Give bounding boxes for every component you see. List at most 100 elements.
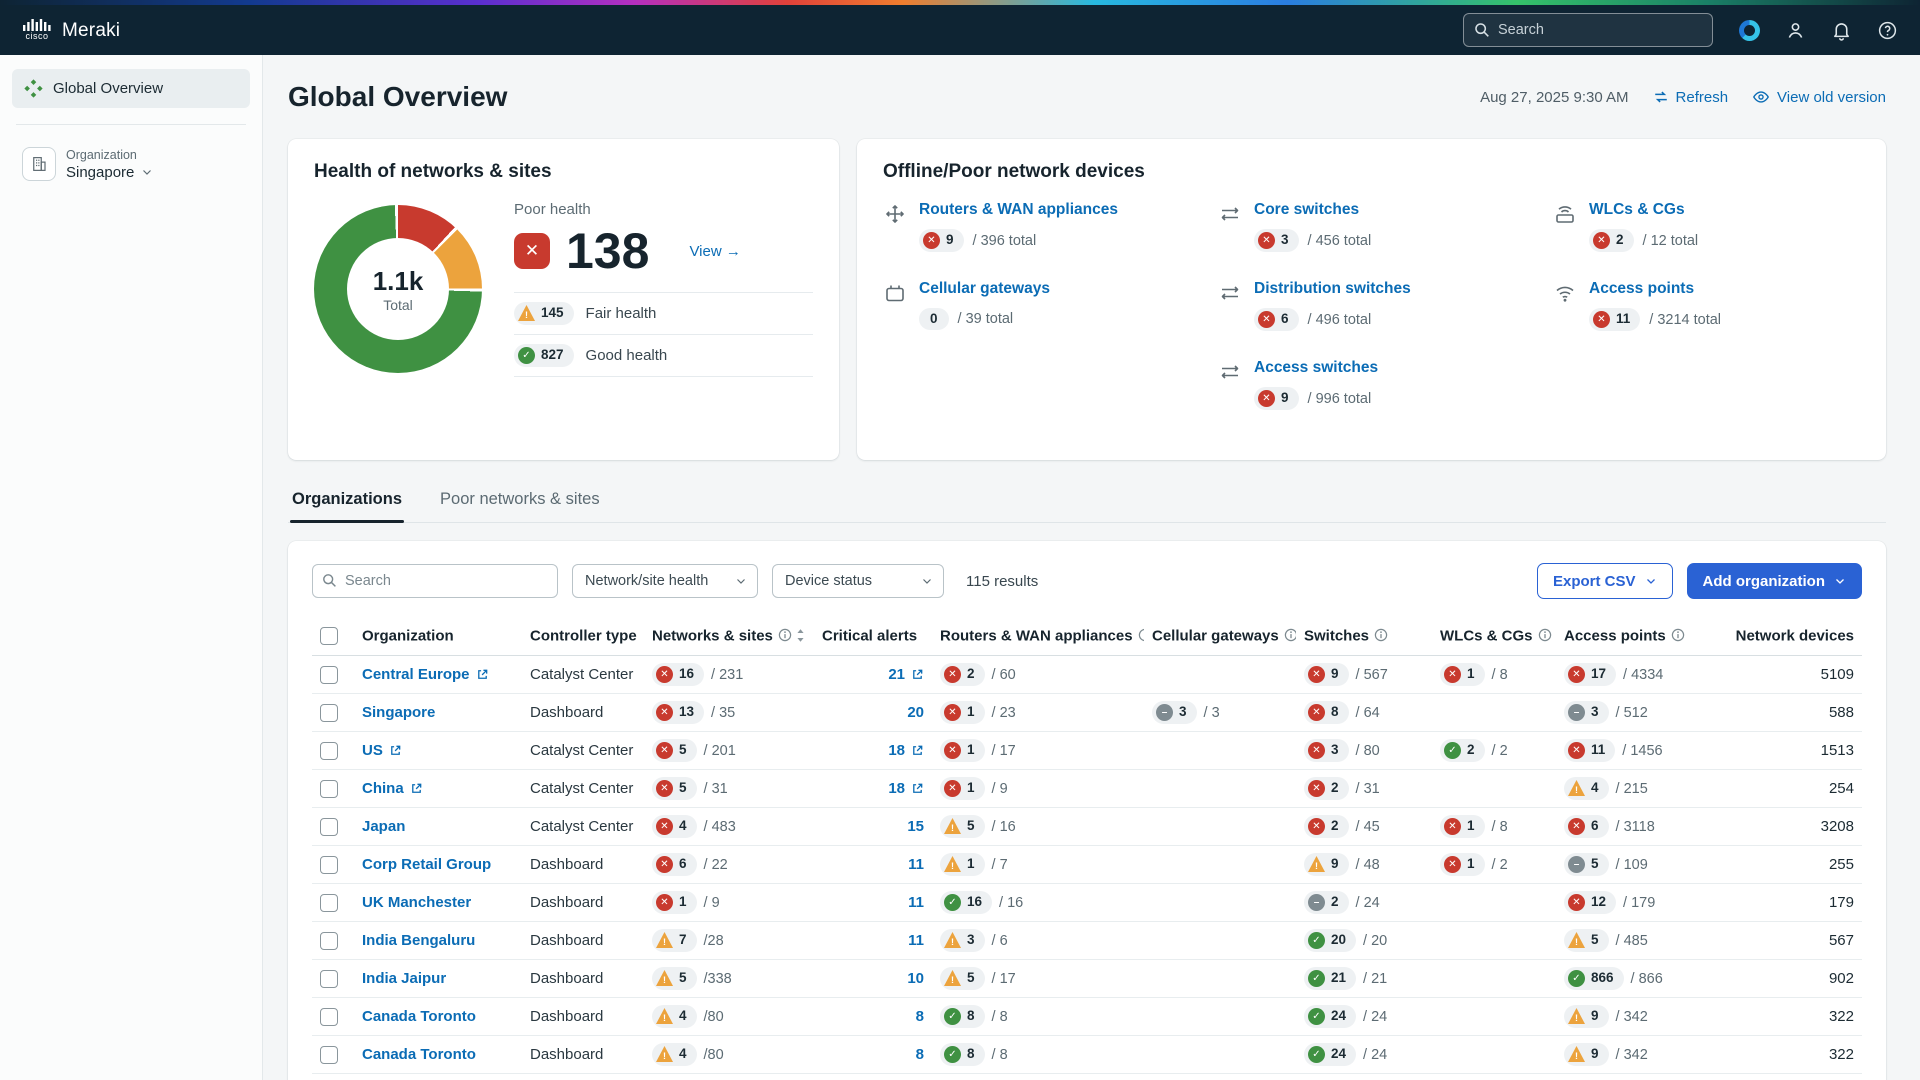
switch-icon xyxy=(1218,281,1242,331)
row-checkbox[interactable] xyxy=(320,780,338,798)
device-category-link[interactable]: Access points xyxy=(1589,280,1694,297)
usage-donut-icon[interactable] xyxy=(1739,20,1760,41)
refresh-button[interactable]: Refresh xyxy=(1653,89,1729,106)
info-icon[interactable] xyxy=(1284,628,1296,642)
select-all-checkbox[interactable] xyxy=(320,627,338,645)
account-icon[interactable] xyxy=(1784,19,1806,41)
status-badge: ✕6 xyxy=(1254,308,1299,331)
info-icon[interactable] xyxy=(1138,628,1144,642)
critical-alerts-link[interactable]: 20 xyxy=(907,704,924,721)
warning-icon: ! xyxy=(656,932,673,949)
network-devices-count: 179 xyxy=(1708,884,1862,922)
cisco-logo: cisco xyxy=(22,19,52,41)
info-icon[interactable] xyxy=(778,628,792,642)
meraki-wordmark: Meraki xyxy=(62,20,120,42)
critical-icon: ✕ xyxy=(656,780,673,797)
critical-alerts-link[interactable]: 18 xyxy=(888,780,905,797)
device-category-link[interactable]: WLCs & CGs xyxy=(1589,201,1685,218)
org-link[interactable]: UK Manchester xyxy=(362,894,471,911)
column-header[interactable]: Routers & WAN appliances xyxy=(932,617,1144,656)
row-checkbox[interactable] xyxy=(320,818,338,836)
critical-alerts-link[interactable]: 11 xyxy=(908,856,924,873)
org-link[interactable]: Central Europe xyxy=(362,666,470,683)
org-selector[interactable]: Organization Singapore xyxy=(12,141,250,187)
tab-organizations[interactable]: Organizations xyxy=(290,490,404,522)
column-header[interactable]: Cellular gateways xyxy=(1144,617,1296,656)
row-checkbox[interactable] xyxy=(320,970,338,988)
device-category-link[interactable]: Core switches xyxy=(1254,201,1359,218)
org-link[interactable]: Singapore xyxy=(362,704,435,721)
external-link-icon[interactable] xyxy=(911,782,924,795)
view-old-version-link[interactable]: View old version xyxy=(1752,88,1886,106)
critical-alerts-link[interactable]: 18 xyxy=(888,742,905,759)
view-poor-health-link[interactable]: View → xyxy=(689,243,740,260)
column-header[interactable]: Access points xyxy=(1556,617,1708,656)
row-checkbox[interactable] xyxy=(320,742,338,760)
search-input[interactable] xyxy=(1463,13,1713,47)
column-header[interactable]: Networks & sites xyxy=(644,617,814,656)
org-link[interactable]: India Bengaluru xyxy=(362,932,475,949)
critical-alerts-link[interactable]: 11 xyxy=(908,894,924,911)
critical-alerts-link[interactable]: 11 xyxy=(908,932,924,949)
controller-type: Catalyst Center xyxy=(522,770,644,808)
sidebar-item-global-overview[interactable]: Global Overview xyxy=(12,69,250,108)
external-link-icon[interactable] xyxy=(476,668,489,681)
org-link[interactable]: Japan xyxy=(362,818,405,835)
column-header[interactable]: Switches xyxy=(1296,617,1432,656)
org-link[interactable]: Canada Toronto xyxy=(362,1008,476,1025)
add-organization-button[interactable]: Add organization xyxy=(1687,563,1863,599)
device-category-link[interactable]: Routers & WAN appliances xyxy=(919,201,1118,218)
row-checkbox[interactable] xyxy=(320,704,338,722)
device-category-link[interactable]: Access switches xyxy=(1254,359,1378,376)
device-category-link[interactable]: Cellular gateways xyxy=(919,280,1050,297)
external-link-icon[interactable] xyxy=(911,744,924,757)
health-card-title: Health of networks & sites xyxy=(314,161,813,183)
tab-poor-networks-sites[interactable]: Poor networks & sites xyxy=(438,490,602,522)
critical-alerts-cell: 8 xyxy=(814,1074,932,1080)
row-checkbox[interactable] xyxy=(320,894,338,912)
info-icon[interactable] xyxy=(1374,628,1388,642)
cisco-meraki-logo[interactable]: cisco Meraki xyxy=(22,19,120,41)
critical-alerts-link[interactable]: 10 xyxy=(907,970,924,987)
org-link[interactable]: India Jaipur xyxy=(362,970,446,987)
column-header[interactable]: Organization xyxy=(354,617,522,656)
export-csv-button[interactable]: Export CSV xyxy=(1537,563,1673,599)
external-link-icon[interactable] xyxy=(911,668,924,681)
sort-icon[interactable] xyxy=(796,628,805,643)
row-checkbox[interactable] xyxy=(320,1046,338,1064)
column-header[interactable]: Critical alerts xyxy=(814,617,932,656)
row-checkbox[interactable] xyxy=(320,932,338,950)
critical-alerts-link[interactable]: 8 xyxy=(916,1008,924,1025)
external-link-icon[interactable] xyxy=(389,744,402,757)
org-row: JapanCatalyst Center✕4/ 48315!5/ 16✕2/ 4… xyxy=(312,808,1862,846)
critical-alerts-link[interactable]: 21 xyxy=(888,666,905,683)
table-search-input[interactable] xyxy=(312,564,558,598)
org-link[interactable]: US xyxy=(362,742,383,759)
row-checkbox[interactable] xyxy=(320,1008,338,1026)
device-status-filter[interactable]: Device status xyxy=(772,564,944,598)
critical-alerts-link[interactable]: 8 xyxy=(916,1046,924,1063)
critical-alerts-link[interactable]: 15 xyxy=(907,818,924,835)
network-site-health-filter[interactable]: Network/site health xyxy=(572,564,758,598)
column-header[interactable]: Network devices xyxy=(1708,617,1862,656)
notifications-bell-icon[interactable] xyxy=(1830,19,1852,41)
row-checkbox[interactable] xyxy=(320,666,338,684)
row-checkbox-cell xyxy=(312,808,354,846)
select-all-cell xyxy=(312,617,354,656)
status-badge: ✕8 xyxy=(1304,701,1349,724)
cellular-gateways-cell xyxy=(1144,732,1296,770)
org-link[interactable]: Canada Toronto xyxy=(362,1046,476,1063)
org-link[interactable]: China xyxy=(362,780,404,797)
device-category-link[interactable]: Distribution switches xyxy=(1254,280,1411,297)
help-icon[interactable] xyxy=(1876,19,1898,41)
external-link-icon[interactable] xyxy=(410,782,423,795)
network-devices-count: 5109 xyxy=(1708,656,1862,694)
column-header[interactable]: WLCs & CGs xyxy=(1432,617,1556,656)
info-icon[interactable] xyxy=(1671,628,1685,642)
row-checkbox[interactable] xyxy=(320,856,338,874)
metric-total: /80 xyxy=(704,1009,724,1025)
status-badge: !4 xyxy=(1564,777,1609,800)
info-icon[interactable] xyxy=(1538,628,1552,642)
org-link[interactable]: Corp Retail Group xyxy=(362,856,491,873)
column-header[interactable]: Controller type xyxy=(522,617,644,656)
